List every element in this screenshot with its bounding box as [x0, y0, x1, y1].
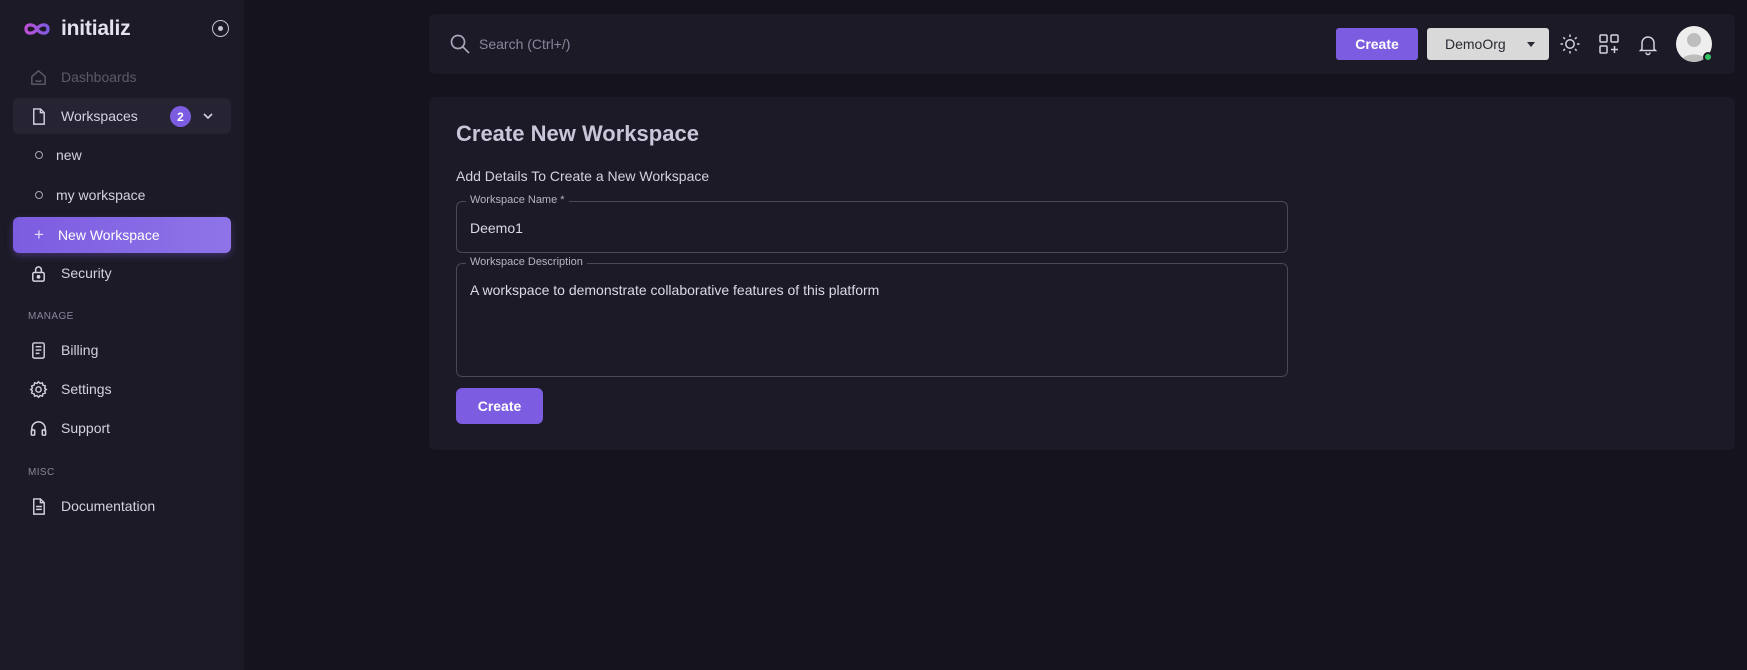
- lock-icon: [28, 263, 48, 283]
- search-icon: [450, 34, 470, 54]
- section-label-manage: MANAGE: [28, 311, 74, 322]
- sidebar-subitem-workspace[interactable]: my workspace: [13, 178, 231, 212]
- document-icon: [28, 496, 48, 516]
- circle-icon: [35, 191, 43, 199]
- sidebar-item-security[interactable]: Security: [13, 255, 231, 291]
- circle-icon: [35, 151, 43, 159]
- top-bar: Create DemoOrg: [429, 14, 1735, 74]
- submit-create-button[interactable]: Create: [456, 388, 543, 424]
- receipt-icon: [28, 340, 48, 360]
- workspace-description-value: A workspace to demonstrate collaborative…: [470, 282, 880, 298]
- sidebar: initializ Dashboards Workspaces 2 new my…: [0, 0, 244, 670]
- sidebar-subitem-label: new: [56, 147, 82, 163]
- home-icon: [28, 67, 48, 87]
- sidebar-item-label: Support: [61, 420, 111, 436]
- bell-icon[interactable]: [1636, 32, 1660, 56]
- sun-icon[interactable]: [1558, 32, 1582, 56]
- online-status-dot: [1703, 52, 1713, 62]
- create-workspace-card: Create New Workspace Add Details To Crea…: [429, 97, 1735, 450]
- sidebar-collapse-icon[interactable]: [212, 20, 229, 37]
- sidebar-item-label: Billing: [61, 342, 99, 358]
- sidebar-item-label: Documentation: [61, 498, 156, 514]
- sidebar-item-documentation[interactable]: Documentation: [13, 488, 231, 524]
- new-workspace-button[interactable]: + New Workspace: [13, 217, 231, 253]
- page-title: Create New Workspace: [456, 121, 699, 146]
- brand[interactable]: initializ: [22, 14, 131, 44]
- headphones-icon: [28, 418, 48, 438]
- sidebar-item-workspaces[interactable]: Workspaces 2: [13, 98, 231, 134]
- workspaces-count-badge: 2: [170, 106, 191, 127]
- infinity-logo-icon: [24, 23, 50, 35]
- org-select-value: DemoOrg: [1445, 36, 1506, 52]
- sidebar-subitem-workspace[interactable]: new: [13, 138, 231, 172]
- org-select[interactable]: DemoOrg: [1427, 28, 1549, 60]
- page-subtitle: Add Details To Create a New Workspace: [456, 168, 710, 184]
- brand-name: initializ: [61, 17, 131, 40]
- plus-icon: +: [34, 225, 44, 244]
- sidebar-item-settings[interactable]: Settings: [13, 371, 231, 407]
- section-label-misc: MISC: [28, 467, 55, 478]
- new-workspace-label: New Workspace: [57, 227, 160, 243]
- sidebar-item-dashboards[interactable]: Dashboards: [13, 59, 231, 95]
- workspace-name-value: Deemo1: [470, 220, 523, 236]
- workspace-name-label: Workspace Name *: [466, 194, 569, 206]
- sidebar-item-label: Dashboards: [61, 69, 137, 85]
- workspace-description-field[interactable]: Workspace Description A workspace to dem…: [456, 256, 1288, 377]
- sidebar-item-label: Settings: [61, 381, 112, 397]
- search-input[interactable]: [479, 32, 879, 56]
- sidebar-item-support[interactable]: Support: [13, 410, 231, 446]
- caret-down-icon: [1527, 42, 1535, 47]
- sidebar-subitem-label: my workspace: [56, 187, 146, 203]
- apps-add-icon[interactable]: [1597, 32, 1621, 56]
- chevron-down-icon[interactable]: [201, 109, 215, 123]
- workspace-name-field[interactable]: Workspace Name * Deemo1: [456, 194, 1288, 253]
- file-icon: [28, 106, 48, 126]
- create-button[interactable]: Create: [1336, 28, 1418, 60]
- gear-icon: [28, 379, 48, 399]
- sidebar-item-label: Security: [61, 265, 112, 281]
- sidebar-item-label: Workspaces: [61, 108, 138, 124]
- sidebar-item-billing[interactable]: Billing: [13, 332, 231, 368]
- workspace-description-label: Workspace Description: [466, 256, 587, 268]
